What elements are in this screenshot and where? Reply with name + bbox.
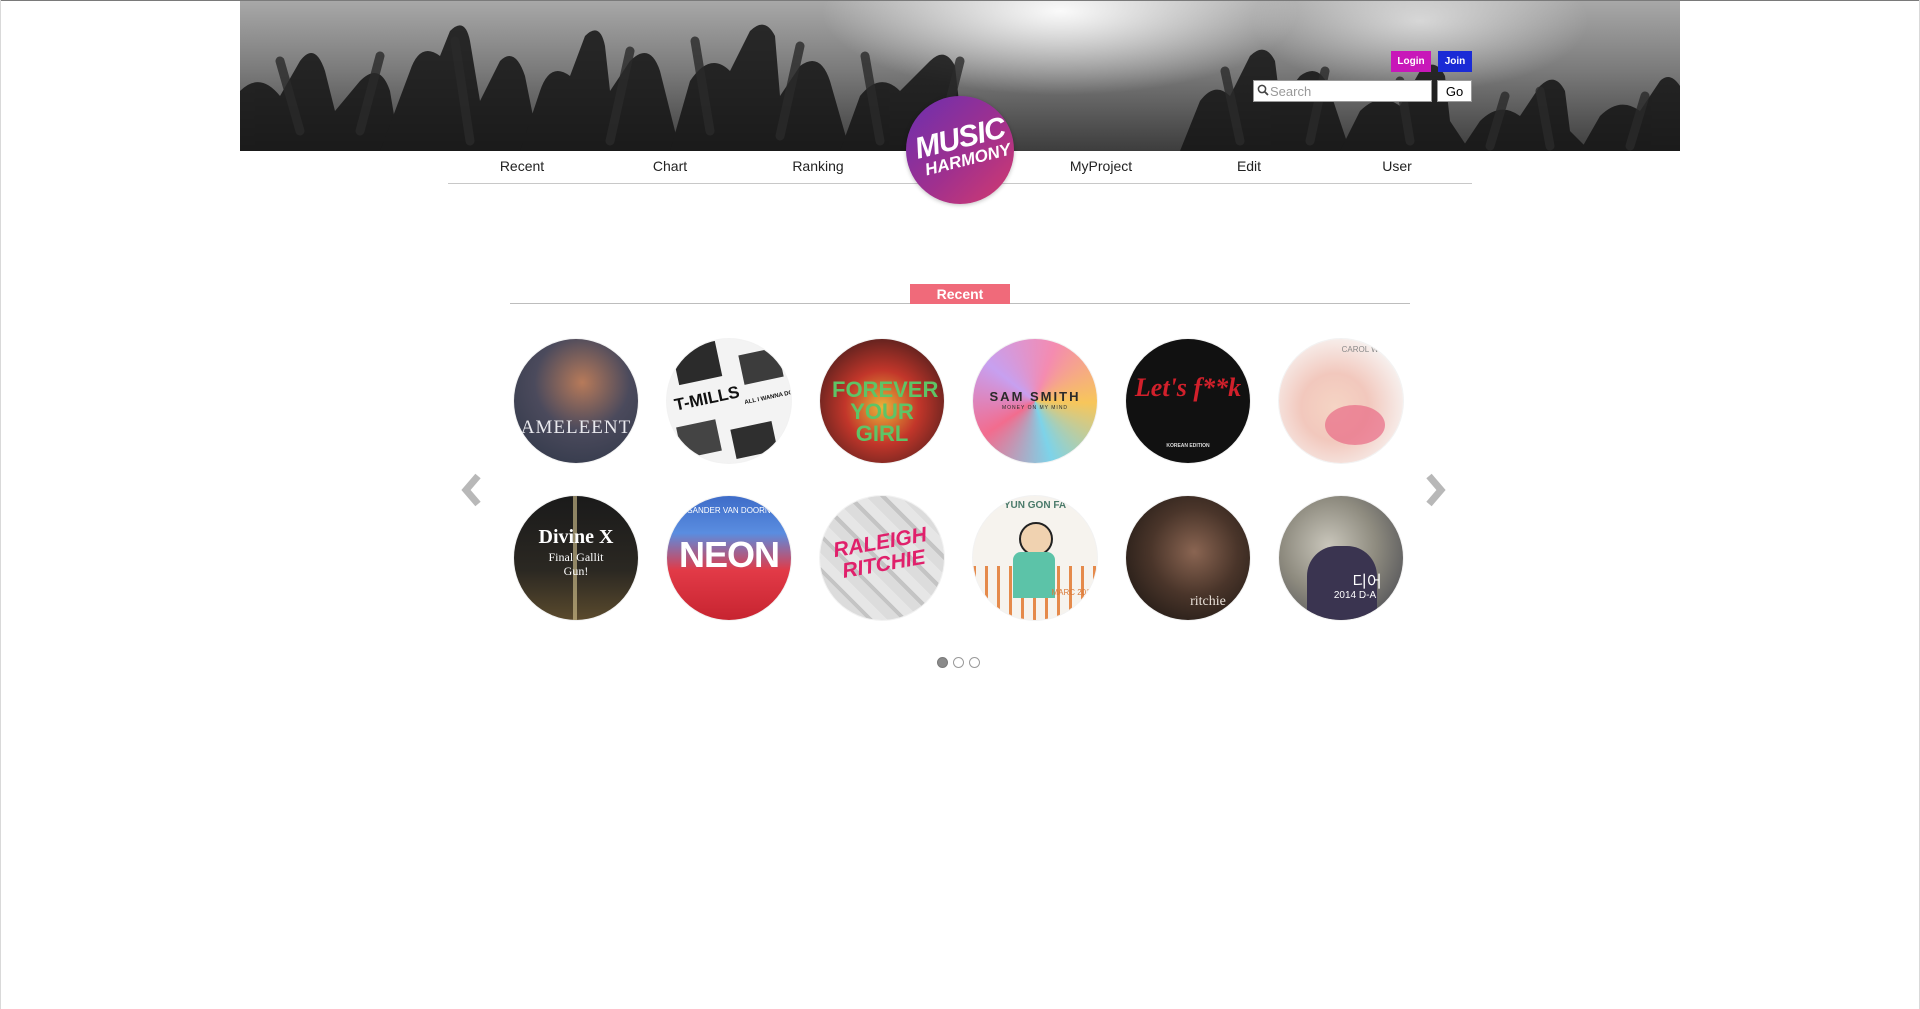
album-subtitle: SANDER VAN DOORN — [687, 506, 771, 515]
album-cover-forever-your-girl[interactable]: FOREVER YOUR GIRL — [820, 339, 944, 463]
album-cover-divine-x[interactable]: Divine X Final Gallit Gun! — [514, 496, 638, 620]
album-title: RALEIGH RITCHIE — [831, 523, 929, 583]
album-title: 디어 — [1352, 574, 1382, 591]
album-cover-ameleent[interactable]: AMELEENT — [514, 339, 638, 463]
page-dot-3[interactable] — [969, 657, 980, 668]
nav-item-recent[interactable]: Recent — [500, 158, 544, 174]
album-subtitle: 2014 D-A — [1333, 590, 1377, 601]
album-subtitle: MARC 201 — [1051, 588, 1091, 597]
page-dot-2[interactable] — [953, 657, 964, 668]
album-cover-carol-wel[interactable]: CAROL WEL — [1279, 339, 1403, 463]
album-cover-yun-gon-fa[interactable]: YUN GON FA MARC 201 — [973, 496, 1097, 620]
join-button[interactable]: Join — [1438, 51, 1472, 72]
album-cover-t-mills[interactable]: T-MILLS ALL I WANNA DO — [667, 339, 791, 463]
album-cover-raleigh-ritchie[interactable]: RALEIGH RITCHIE — [820, 496, 944, 620]
album-title: SAM SMITH — [989, 389, 1081, 404]
site-logo[interactable]: MUSIC HARMONY — [906, 96, 1014, 204]
nav-item-chart[interactable]: Chart — [653, 158, 687, 174]
album-title: AMELEENT — [520, 417, 632, 438]
album-subtitle: KOREAN EDITION — [1166, 443, 1210, 449]
album-title: YUN GON FA — [1003, 500, 1067, 511]
nav-item-user[interactable]: User — [1382, 158, 1412, 174]
login-button[interactable]: Login — [1391, 51, 1431, 72]
nav-item-myproject[interactable]: MyProject — [1070, 158, 1132, 174]
album-title: NEON — [678, 534, 780, 575]
album-title: ritchie — [1190, 594, 1226, 609]
chevron-left-icon[interactable] — [458, 470, 488, 510]
album-cover-neon[interactable]: SANDER VAN DOORN NEON — [667, 496, 791, 620]
album-title: CAROL WEL — [1341, 345, 1389, 354]
album-subtitle: MONEY ON MY MIND — [1001, 405, 1069, 411]
album-cover-sam-smith[interactable]: SAM SMITH MONEY ON MY MIND — [973, 339, 1097, 463]
album-title: FOREVER YOUR GIRL — [832, 377, 939, 446]
album-title: Divine X — [538, 526, 614, 548]
album-cover-dear[interactable]: 디어 2014 D-A — [1279, 496, 1403, 620]
album-subtitle: Final Gallit Gun! — [548, 550, 604, 578]
go-button[interactable]: Go — [1437, 80, 1472, 102]
album-cover-ritchie[interactable]: ritchie — [1126, 496, 1250, 620]
left-border — [0, 0, 1, 1009]
search-field[interactable] — [1253, 80, 1432, 102]
album-cover-lets-fk[interactable]: Let's f**k KOREAN EDITION — [1126, 339, 1250, 463]
album-title: Let's f**k — [1134, 373, 1242, 402]
chevron-right-icon[interactable] — [1419, 470, 1449, 510]
nav-item-edit[interactable]: Edit — [1237, 158, 1261, 174]
magnifier-icon — [1257, 84, 1269, 96]
search-input[interactable] — [1270, 83, 1428, 99]
section-title: Recent — [910, 284, 1010, 304]
page-dot-1[interactable] — [937, 657, 948, 668]
nav-item-ranking[interactable]: Ranking — [792, 158, 843, 174]
